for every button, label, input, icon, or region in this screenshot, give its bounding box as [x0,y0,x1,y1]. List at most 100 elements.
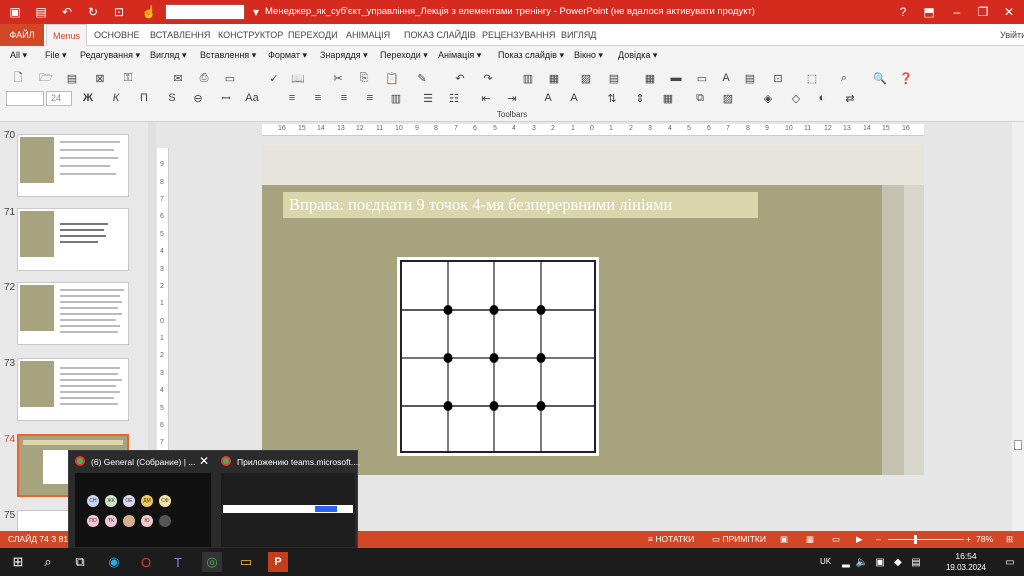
tab-file[interactable]: ФАЙЛ [0,24,44,46]
save-icon[interactable]: ▤ [64,70,80,86]
restore-icon[interactable]: ❐ [972,3,994,21]
slideshow-view-icon[interactable]: ▶ [856,534,863,545]
teams-icon[interactable]: T [168,552,188,572]
decrease-font-icon[interactable]: A [566,90,582,106]
close-file-icon[interactable]: ⊠ [92,70,108,86]
chrome-icon[interactable]: ◎ [202,552,222,572]
font-name-input[interactable] [6,91,44,106]
preview-window-title[interactable]: (6) General (Собрание) | ... [91,457,195,467]
save-icon[interactable]: ▤ [32,3,50,21]
slide-sorter-icon[interactable]: ▦ [806,534,814,545]
tab-review[interactable]: РЕЦЕНЗУВАННЯ [476,24,561,46]
menu-format[interactable]: Формат ▾ [268,50,307,61]
zoom-icon[interactable]: 🔍 [872,70,888,86]
font-size-input[interactable]: 24 [46,91,72,106]
scrollbar-thumb[interactable] [1014,440,1022,450]
underline-button[interactable]: П [136,90,152,106]
new-icon[interactable]: 🗋 [10,70,26,86]
opera-icon[interactable]: O [136,552,156,572]
permission-icon[interactable]: ⚿ [120,70,136,86]
language-indicator[interactable]: UK [820,557,831,566]
menu-animation[interactable]: Анімація ▾ [438,50,481,61]
shadow-button[interactable]: S [164,90,180,106]
numbering-icon[interactable]: ☷ [446,90,462,106]
char-spacing-icon[interactable]: ꟷ [218,90,234,106]
clock-date[interactable]: 19.03.2024 [944,563,988,572]
research-icon[interactable]: 📖 [290,70,306,86]
menu-help[interactable]: Довідка ▾ [618,50,657,61]
slide-thumbnail-70[interactable] [17,134,129,197]
preview-window-title-2[interactable]: Приложению teams.microsoft.... [237,457,360,467]
increase-indent-icon[interactable]: ⇥ [504,90,520,106]
tab-slideshow[interactable]: ПОКАЗ СЛАЙДІВ [398,24,482,46]
columns-icon[interactable]: ▥ [388,90,404,106]
italic-button[interactable]: К [108,90,124,106]
teams-app-preview-thumbnail[interactable] [221,473,355,547]
fill-color-icon[interactable]: ▭ [694,70,710,86]
change-case-icon[interactable]: Aa [244,90,260,106]
tab-menus[interactable]: Menus [46,24,88,46]
notifications-icon[interactable]: ▭ [1000,552,1020,572]
tab-home[interactable]: ОСНОВНЕ [88,24,146,46]
open-icon[interactable]: 🗁 [38,70,54,86]
email-icon[interactable]: ✉ [170,70,186,86]
font-color-icon[interactable]: A [718,70,734,86]
tab-design[interactable]: КОНСТРУКТОР [212,24,289,46]
tray-icon[interactable]: ▣ [870,552,890,572]
print-icon[interactable]: ⎙ [196,70,212,86]
task-view-icon[interactable]: ⧉ [70,552,90,572]
windows-start-icon[interactable]: ⊞ [8,552,28,572]
grid-icon[interactable]: ▦ [642,70,658,86]
touch-mode-icon[interactable]: ☝ [140,3,158,21]
editor-vertical-scrollbar[interactable] [1012,122,1024,531]
help-icon[interactable]: ❓ [898,70,914,86]
arrange-icon[interactable]: ⧉ [692,90,708,106]
close-icon[interactable]: ✕ [998,3,1020,21]
find-icon[interactable]: ⌕ [836,70,852,86]
menu-slideshow[interactable]: Показ слайдів ▾ [498,50,564,61]
redo-icon[interactable]: ↷ [480,70,496,86]
picture-icon[interactable]: ▨ [578,70,594,86]
spelling-icon[interactable]: ✓ [266,70,282,86]
minimize-icon[interactable]: – [946,3,968,21]
reading-view-icon[interactable]: ▭ [832,534,840,545]
zoom-slider[interactable] [888,539,964,540]
decrease-indent-icon[interactable]: ⇤ [478,90,494,106]
shape-fill-icon[interactable]: ◈ [760,90,776,106]
align-left-icon[interactable]: ≡ [284,90,300,106]
tab-transitions[interactable]: ПЕРЕХОДИ [282,24,344,46]
tray-icon[interactable]: ◆ [888,552,908,572]
teams-preview-thumbnail[interactable]: СН ЖК ОЕ ДМ СФ ПО ТК Ю [75,473,211,547]
slide-thumbnail-72[interactable] [17,282,129,345]
nine-dots-grid-image[interactable] [397,257,599,456]
format-painter-icon[interactable]: ✎ [414,70,430,86]
file-explorer-icon[interactable]: ▭ [236,552,256,572]
clock-time[interactable]: 16:54 [944,551,988,561]
align-right-icon[interactable]: ≡ [336,90,352,106]
align-center-icon[interactable]: ≡ [310,90,326,106]
close-preview-icon[interactable]: ✕ [199,454,209,468]
text-box-icon[interactable]: ▤ [742,70,758,86]
comments-button[interactable]: ▭ ПРИМІТКИ [712,534,766,545]
menu-window[interactable]: Вікно ▾ [574,50,603,61]
tab-insert[interactable]: ВСТАВЛЕННЯ [144,24,216,46]
slide-title[interactable]: Вправа: поєднати 9 точок 4-мя безперервн… [283,192,758,218]
menu-edit[interactable]: Редагування ▾ [80,50,140,61]
quick-access-input[interactable] [165,4,245,20]
shape-outline-icon[interactable]: ◇ [788,90,804,106]
tab-view[interactable]: ВИГЛЯД [555,24,602,46]
fit-slide-icon[interactable]: ⊞ [1006,534,1013,545]
tray-icon[interactable]: ▤ [906,552,926,572]
powerpoint-icon[interactable]: P [268,552,288,572]
menu-file[interactable]: File ▾ [45,50,67,61]
menu-view[interactable]: Вигляд ▾ [150,50,187,61]
smartart-icon[interactable]: ▤ [606,70,622,86]
zoom-in-icon[interactable]: + [966,534,971,544]
shape-effects-icon[interactable]: ◐ [814,90,830,106]
align-text-icon[interactable]: ⇕ [632,90,648,106]
zoom-slider-thumb[interactable] [914,535,917,544]
volume-icon[interactable]: 🔈 [852,552,872,572]
edge-icon[interactable]: ◉ [104,552,124,572]
justify-icon[interactable]: ≡ [362,90,378,106]
select-icon[interactable]: ⬚ [804,70,820,86]
